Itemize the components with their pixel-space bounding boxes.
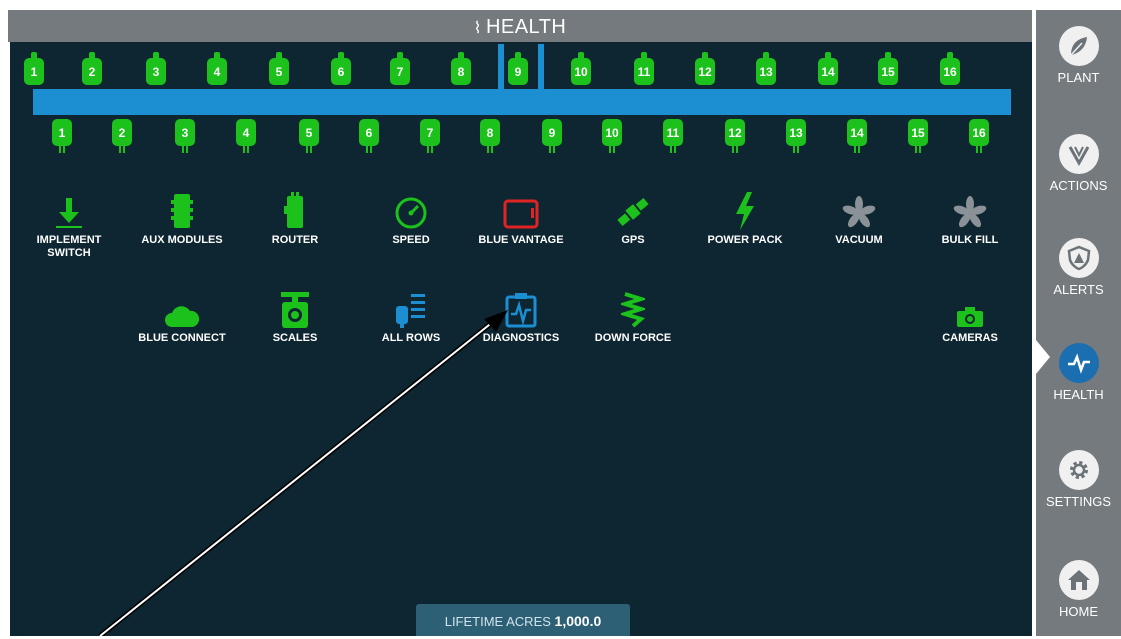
callout-arrow <box>98 310 508 636</box>
screen-frame: ⌇ HEALTH 1 2 3 4 5 6 7 8 9 10 11 12 13 14… <box>0 0 1121 636</box>
